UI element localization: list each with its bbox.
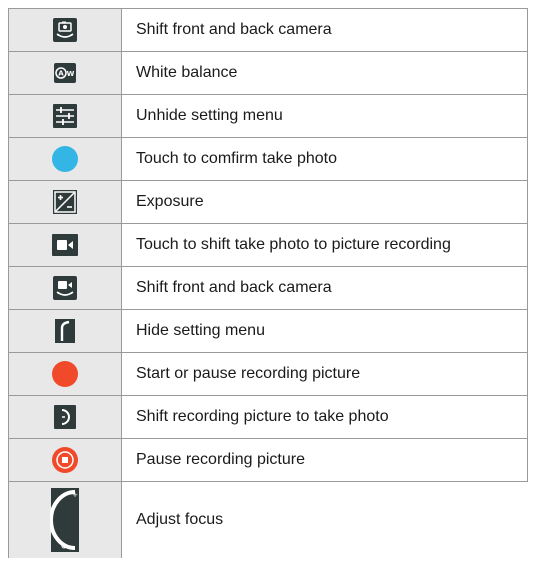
row-label: Unhide setting menu [121, 94, 528, 138]
table-row: Shift front and back camera [8, 266, 528, 310]
photo-mode-icon [53, 404, 77, 430]
icon-cell [8, 266, 122, 310]
table-row: A W White balance [8, 51, 528, 95]
table-row: Hide setting menu [8, 309, 528, 353]
table-row: + Adjust focus [8, 481, 528, 558]
row-label: Touch to comfirm take photo [121, 137, 528, 181]
icon-cell: + [8, 481, 122, 558]
row-label: Adjust focus [121, 481, 528, 558]
svg-text:A: A [58, 70, 64, 78]
exposure-icon [52, 189, 78, 215]
shutter-blue-icon [51, 145, 79, 173]
icon-cell [8, 94, 122, 138]
table-row: Shift recording picture to take photo [8, 395, 528, 439]
row-label: Touch to shift take photo to picture rec… [121, 223, 528, 267]
table-row: Pause recording picture [8, 438, 528, 482]
row-label: Shift front and back camera [121, 266, 528, 310]
table-row: Start or pause recording picture [8, 352, 528, 396]
icon-cell [8, 180, 122, 224]
table-row: Touch to comfirm take photo [8, 137, 528, 181]
row-label: White balance [121, 51, 528, 95]
svg-text:W: W [67, 70, 75, 78]
row-label: Shift front and back camera [121, 8, 528, 52]
focus-dial-icon: + [50, 487, 80, 553]
pause-record-icon [51, 446, 79, 474]
icon-cell [8, 395, 122, 439]
camera-switch-icon [52, 17, 78, 43]
row-label: Pause recording picture [121, 438, 528, 482]
icon-cell [8, 137, 122, 181]
icon-cell [8, 8, 122, 52]
icon-cell [8, 309, 122, 353]
row-label: Hide setting menu [121, 309, 528, 353]
row-label: Exposure [121, 180, 528, 224]
icon-cell [8, 438, 122, 482]
table-row: Touch to shift take photo to picture rec… [8, 223, 528, 267]
table-row: Unhide setting menu [8, 94, 528, 138]
record-red-icon [51, 360, 79, 388]
row-label: Shift recording picture to take photo [121, 395, 528, 439]
icon-cell [8, 223, 122, 267]
table-row: Exposure [8, 180, 528, 224]
white-balance-icon: A W [53, 62, 77, 84]
hide-menu-icon [54, 318, 76, 344]
video-camera-icon [51, 233, 79, 257]
icon-legend-table: Shift front and back camera A W White ba… [8, 8, 528, 558]
table-row: Shift front and back camera [8, 8, 528, 52]
row-label: Start or pause recording picture [121, 352, 528, 396]
icon-cell: A W [8, 51, 122, 95]
svg-text:+: + [72, 491, 78, 499]
video-switch-icon [52, 275, 78, 301]
icon-cell [8, 352, 122, 396]
settings-sliders-icon [52, 103, 78, 129]
